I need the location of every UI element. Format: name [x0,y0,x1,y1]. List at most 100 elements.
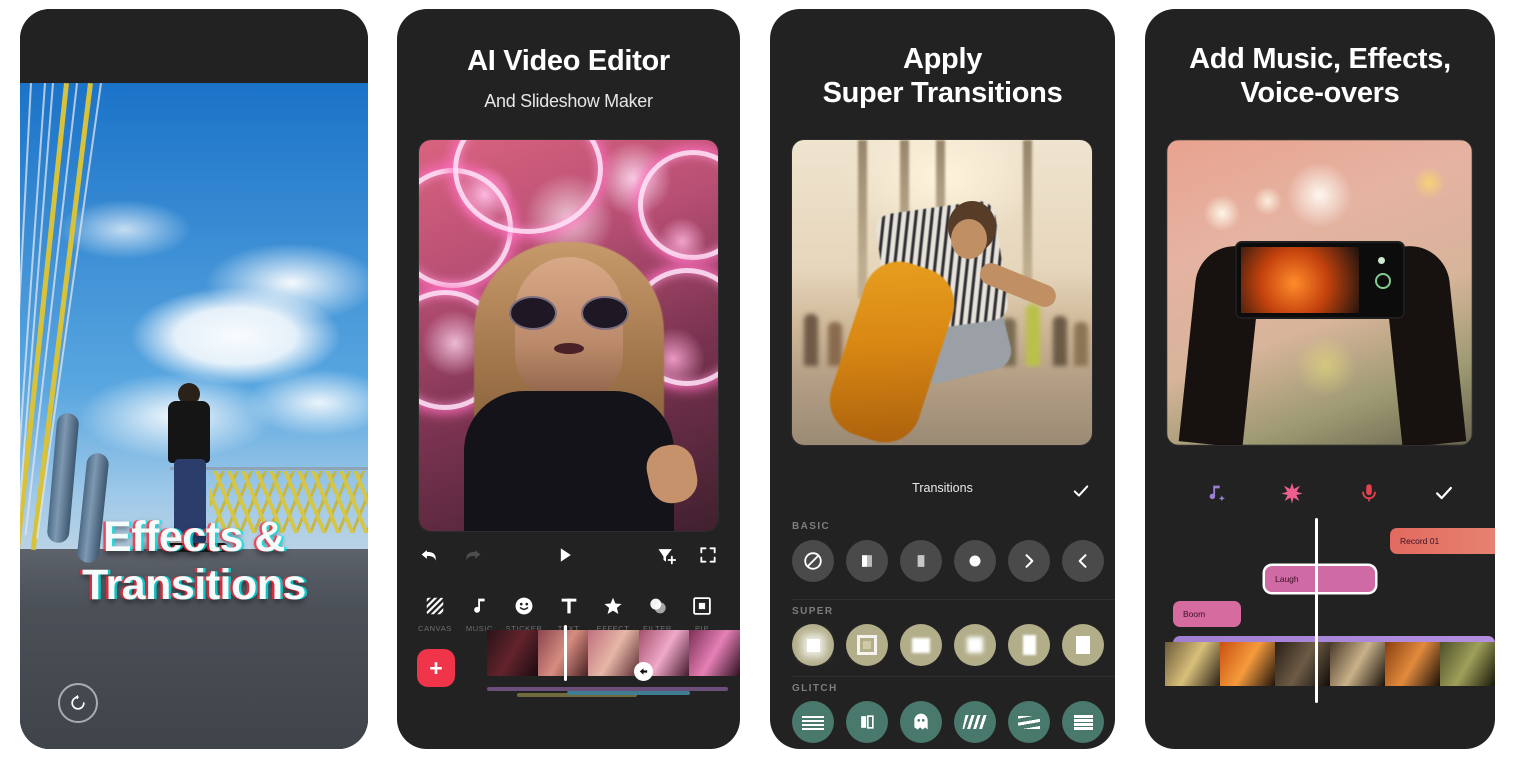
clip-boom[interactable]: Boom [1173,601,1241,627]
smear-icon [1018,715,1040,729]
transition-row-basic[interactable] [792,540,1115,582]
transition-glitch-4[interactable] [954,701,996,743]
transition-dissolve[interactable] [900,540,942,582]
filter-icon [649,598,666,614]
panel-1-top-bar [20,9,368,83]
replay-icon [71,694,85,710]
tool-label-canvas: CANVAS [418,624,452,633]
play-icon[interactable] [555,545,575,565]
filmstrip-thumb [1275,642,1330,686]
panel-4-action-row [1205,481,1455,505]
panel-1: Effects & Transitions [20,9,368,749]
confirm-button[interactable] [1071,481,1091,504]
screenshot-gallery: Effects & Transitions AI Video Editor An… [0,0,1513,757]
transition-glitch-3[interactable] [900,701,942,743]
transition-glitch-1[interactable] [792,701,834,743]
dissolve-icon [917,555,925,567]
tool-effect[interactable]: EFFECT [593,595,633,633]
filmstrip-thumb [1220,642,1275,686]
undo-icon[interactable] [419,544,440,565]
transition-insert-button[interactable] [634,662,653,681]
panel-split-icon [861,715,874,729]
microphone-icon[interactable] [1358,482,1380,504]
panel-4-preview[interactable] [1167,140,1472,445]
transition-row-glitch[interactable] [792,701,1115,743]
tool-text[interactable]: TEXT [549,595,589,633]
overlay-title-line-1: Effects & [103,513,285,561]
check-icon [1073,485,1089,497]
check-icon[interactable] [1433,482,1455,504]
effect-icon [604,597,622,614]
panel-3-preview[interactable] [792,140,1092,445]
transition-circle[interactable] [954,540,996,582]
transition-slide-right[interactable] [1008,540,1050,582]
transition-split[interactable] [846,540,888,582]
glow-square-icon [806,638,820,652]
panel-4-filmstrip[interactable] [1165,642,1495,686]
filmstrip-thumb [487,630,538,676]
transition-glitch-6[interactable] [1062,701,1104,743]
panel-2-tool-row: CANVAS MUSIC STICKER TEXT EFFECT FILTER … [397,595,740,633]
section-label-basic: BASIC [792,521,831,532]
ghost-icon [914,713,928,730]
section-label-super: SUPER [792,606,834,617]
fullscreen-icon[interactable] [698,545,718,565]
export-icon[interactable] [656,545,676,565]
redo-icon[interactable] [462,544,483,565]
none-icon [804,552,822,570]
transition-super-1[interactable] [792,624,834,666]
transition-super-6[interactable] [1062,624,1104,666]
track-bar-music[interactable] [567,691,690,695]
shake-icon [962,715,988,729]
transition-glitch-5[interactable] [1008,701,1050,743]
transition-super-4[interactable] [954,624,996,666]
shutter-icon [1374,273,1391,290]
pip-icon [693,597,711,615]
clip-label: Record 01 [1400,536,1440,546]
transition-glitch-2[interactable] [846,701,888,743]
add-media-button[interactable]: + [417,649,455,687]
music-note-icon[interactable] [1205,482,1227,504]
filmstrip-thumb [537,630,589,676]
music-icon [473,598,485,613]
panel-2-subhead: And Slideshow Maker [484,91,653,111]
tool-canvas[interactable]: CANVAS [415,595,455,633]
subject-sunglasses [508,296,629,331]
transition-super-5[interactable] [1008,624,1050,666]
panel-4-playhead[interactable] [1315,518,1318,703]
panel-3-headline-line-1: Apply [902,43,983,75]
transition-super-3[interactable] [900,624,942,666]
split-icon [862,555,872,567]
sheet-title: Transitions [912,481,973,495]
transition-row-super[interactable] [792,624,1115,666]
panel-2: AI Video Editor And Slideshow Maker CANV… [397,9,740,749]
transition-none[interactable] [792,540,834,582]
panel-2-preview[interactable] [419,140,718,531]
filmstrip-thumb [1385,642,1440,686]
transition-super-2[interactable] [846,624,888,666]
static-icon [802,714,824,730]
clip-label: Boom [1183,609,1206,619]
panel-4-headline-line-1: Add Music, Effects, [1189,43,1451,75]
replay-button[interactable] [58,683,98,723]
transitions-sheet-header: Transitions [770,481,1115,497]
held-phone [1234,241,1405,320]
tool-sticker[interactable]: STICKER [504,595,544,633]
panel-4: Add Music, Effects, Voice-overs Record 0… [1145,9,1495,749]
panel-2-playhead[interactable] [564,625,567,681]
tool-music[interactable]: MUSIC [460,595,500,633]
canvas-icon [426,597,444,615]
transition-slide-left[interactable] [1062,540,1104,582]
effect-star-icon[interactable] [1280,481,1304,505]
clip-record-01[interactable]: Record 01 [1390,528,1495,554]
subject-torso [463,391,674,531]
subject-lips [553,343,584,355]
panel-2-filmstrip[interactable] [487,630,740,676]
tool-filter[interactable]: FILTER [638,595,678,633]
slide-square-icon [1022,635,1036,655]
clip-laugh[interactable]: Laugh [1265,566,1375,592]
palm-pole [858,140,867,299]
panel-3: Apply Super Transitions Transitions BASI… [770,9,1115,749]
tool-pip[interactable]: PIP [682,595,722,633]
section-label-glitch: GLITCH [792,683,838,694]
